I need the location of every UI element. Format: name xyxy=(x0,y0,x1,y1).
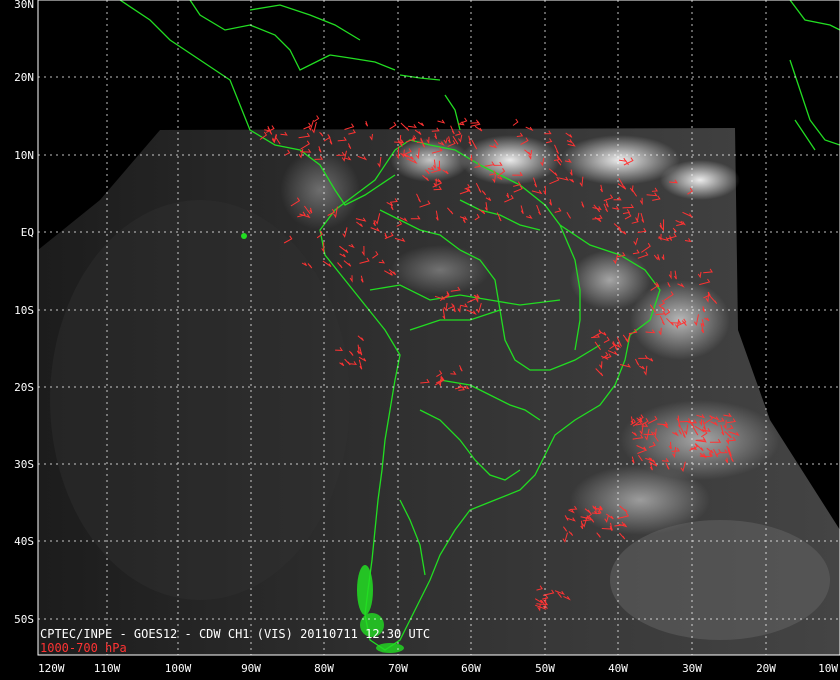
longitude-label: 70W xyxy=(388,662,408,675)
latitude-label: 50S xyxy=(14,613,34,626)
caption-title: CPTEC/INPE - GOES12 - CDW CH1 (VIS) 2011… xyxy=(40,627,430,641)
longitude-label: 100W xyxy=(165,662,192,675)
longitude-label: 60W xyxy=(461,662,481,675)
longitude-label: 120W xyxy=(38,662,65,675)
latitude-label: 30S xyxy=(14,458,34,471)
caption-level: 1000-700 hPa xyxy=(40,641,127,655)
latitude-label: EQ xyxy=(21,226,34,239)
satellite-wind-map: 30N 20N 10N EQ 10S 20S 30S 40S 50S 120W 110W 100W 9… xyxy=(0,0,840,680)
satellite-imagery xyxy=(38,128,840,655)
latitude-label: 10N xyxy=(14,149,34,162)
longitude-label: 50W xyxy=(535,662,555,675)
longitude-label: 10W xyxy=(818,662,838,675)
latitude-label: 10S xyxy=(14,304,34,317)
longitude-label: 40W xyxy=(608,662,628,675)
longitude-label: 80W xyxy=(314,662,334,675)
longitude-label: 90W xyxy=(241,662,261,675)
longitude-label: 30W xyxy=(682,662,702,675)
latitude-label: 20N xyxy=(14,71,34,84)
latitude-label: 40S xyxy=(14,535,34,548)
latitude-label: 20S xyxy=(14,381,34,394)
longitude-label: 110W xyxy=(94,662,121,675)
longitude-label: 20W xyxy=(756,662,776,675)
latitude-label: 30N xyxy=(14,0,34,11)
